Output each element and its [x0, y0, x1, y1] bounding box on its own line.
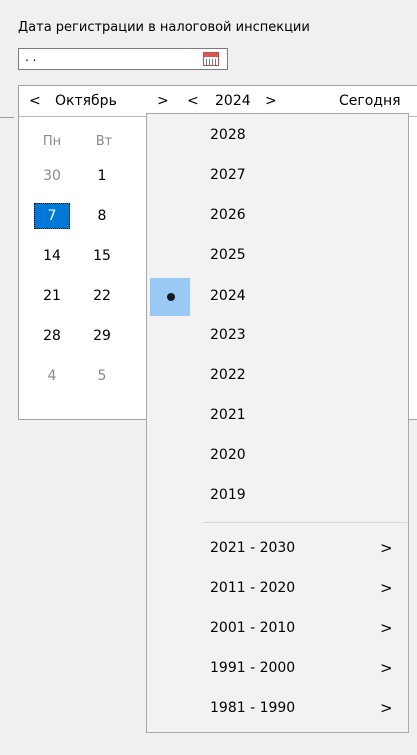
prev-year-button[interactable]: < [187, 93, 199, 109]
year-range-menu-item[interactable]: 2021 - 2030 > [147, 530, 408, 568]
year-menu-item[interactable]: 2020 [147, 437, 408, 475]
calendar-day[interactable]: 14 [34, 243, 70, 269]
calendar-day-selected[interactable]: 7 [34, 203, 70, 229]
year-menu-item-label: 2028 [210, 127, 246, 143]
year-menu-item-label: 2026 [210, 207, 246, 223]
chevron-right-icon: > [380, 619, 393, 637]
year-menu-item[interactable]: 2026 [147, 197, 408, 235]
year-menu-item-label: 2020 [210, 447, 246, 463]
year-range-menu-item[interactable]: 1991 - 2000 > [147, 650, 408, 688]
chevron-right-icon: > [380, 659, 393, 677]
calendar-day[interactable]: 29 [84, 323, 120, 349]
calendar-day[interactable]: 30 [34, 163, 70, 189]
year-menu-item-label: 2025 [210, 247, 246, 263]
year-menu-item-label: 2023 [210, 327, 246, 343]
year-label[interactable]: 2024 [215, 93, 251, 109]
year-menu-item-label: 2022 [210, 367, 246, 383]
prev-month-button[interactable]: < [29, 93, 41, 109]
year-selection-menu: 2028 2027 2026 2025 2024 2023 2022 2021 … [146, 113, 409, 733]
year-menu-item[interactable]: 2019 [147, 477, 408, 515]
month-label[interactable]: Октябрь [55, 93, 117, 109]
chevron-right-icon: > [380, 579, 393, 597]
chevron-right-icon: > [380, 699, 393, 717]
calendar-day[interactable]: 4 [34, 363, 70, 389]
calendar-day[interactable]: 5 [84, 363, 120, 389]
year-menu-item-label: 2021 [210, 407, 246, 423]
weekday-header: Вт [95, 134, 113, 149]
today-button[interactable]: Сегодня [339, 93, 401, 109]
year-range-label: 1991 - 2000 [210, 660, 296, 676]
calendar-day[interactable]: 8 [84, 203, 120, 229]
year-menu-item[interactable]: 2028 [147, 117, 408, 155]
weekday-header: Пн [42, 134, 62, 149]
year-menu-item[interactable]: 2023 [147, 317, 408, 355]
year-menu-item[interactable]: 2022 [147, 357, 408, 395]
year-menu-item-label: 2019 [210, 487, 246, 503]
checked-highlight [150, 278, 190, 316]
year-menu-item-label: 2024 [210, 288, 246, 304]
registration-date-input[interactable]: . . [18, 48, 228, 70]
next-month-button[interactable]: > [157, 93, 169, 109]
chevron-right-icon: > [380, 539, 393, 557]
calendar-icon [203, 52, 219, 66]
year-range-label: 2021 - 2030 [210, 540, 296, 556]
year-range-menu-item[interactable]: 2011 - 2020 > [147, 570, 408, 608]
year-range-label: 1981 - 1990 [210, 700, 296, 716]
menu-separator [203, 522, 407, 523]
year-menu-item-label: 2027 [210, 167, 246, 183]
registration-date-label: Дата регистрации в налоговой инспекции [18, 20, 310, 35]
year-menu-item[interactable]: 2021 [147, 397, 408, 435]
year-menu-item[interactable]: 2025 [147, 237, 408, 275]
calendar-day[interactable]: 28 [34, 323, 70, 349]
next-year-button[interactable]: > [265, 93, 277, 109]
bullet-dot-icon [167, 293, 175, 301]
year-menu-item-checked[interactable]: 2024 [147, 278, 408, 316]
date-input-value: . . [25, 50, 37, 64]
calendar-day[interactable]: 15 [84, 243, 120, 269]
calendar-dropdown-button[interactable] [198, 50, 224, 68]
year-range-label: 2001 - 2010 [210, 620, 296, 636]
year-range-menu-item[interactable]: 1981 - 1990 > [147, 690, 408, 728]
calendar-day[interactable]: 21 [34, 283, 70, 309]
calendar-day[interactable]: 1 [84, 163, 120, 189]
calendar-day[interactable]: 22 [84, 283, 120, 309]
year-menu-item[interactable]: 2027 [147, 157, 408, 195]
year-range-menu-item[interactable]: 2001 - 2010 > [147, 610, 408, 648]
year-range-label: 2011 - 2020 [210, 580, 296, 596]
background-divider [0, 117, 14, 118]
